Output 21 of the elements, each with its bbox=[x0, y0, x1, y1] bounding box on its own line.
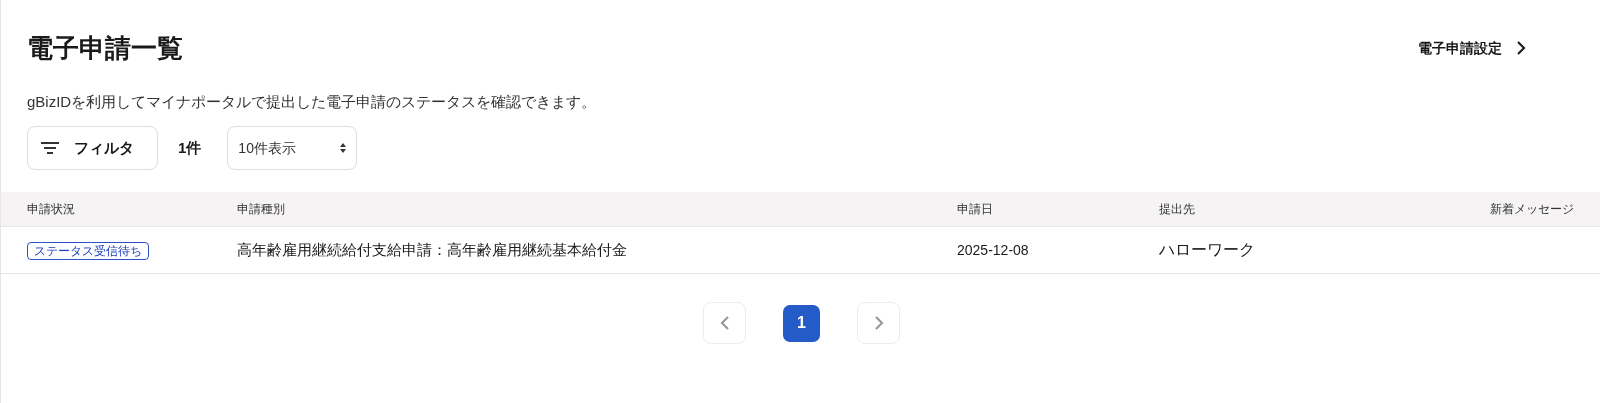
column-header: 新着メッセージ bbox=[1490, 202, 1574, 216]
page-size-select[interactable]: 10件表示 bbox=[227, 126, 358, 170]
settings-link[interactable]: 電子申請設定 bbox=[1418, 37, 1526, 59]
filter-button[interactable]: フィルタ bbox=[27, 126, 158, 170]
column-header: 申請日 bbox=[957, 202, 993, 216]
filter-icon bbox=[40, 141, 60, 155]
description: gBizIDを利用してマイナポータルで提出した電子申請のステータスを確認できます。 bbox=[26, 92, 598, 112]
status-badge: ステータス受信待ち bbox=[27, 241, 149, 260]
chevron-right-icon bbox=[1516, 40, 1526, 56]
page-button[interactable]: 1 bbox=[783, 304, 820, 342]
table-cell: ハローワーク bbox=[1159, 241, 1255, 258]
column-header: 申請種別 bbox=[237, 202, 285, 216]
page-title: 電子申請一覧 bbox=[27, 32, 183, 65]
column-header: 提出先 bbox=[1159, 202, 1195, 216]
chevron-left-icon bbox=[719, 315, 730, 331]
updown-icon bbox=[340, 143, 347, 153]
table-cell: 高年齢雇用継続給付支給申請：高年齢雇用継続基本給付金 bbox=[237, 240, 627, 258]
chevron-right-icon bbox=[873, 315, 884, 331]
table-cell: 2025-12-08 bbox=[957, 241, 1029, 258]
result-count: 1件 bbox=[178, 137, 202, 158]
column-header: 申請状況 bbox=[27, 202, 75, 216]
